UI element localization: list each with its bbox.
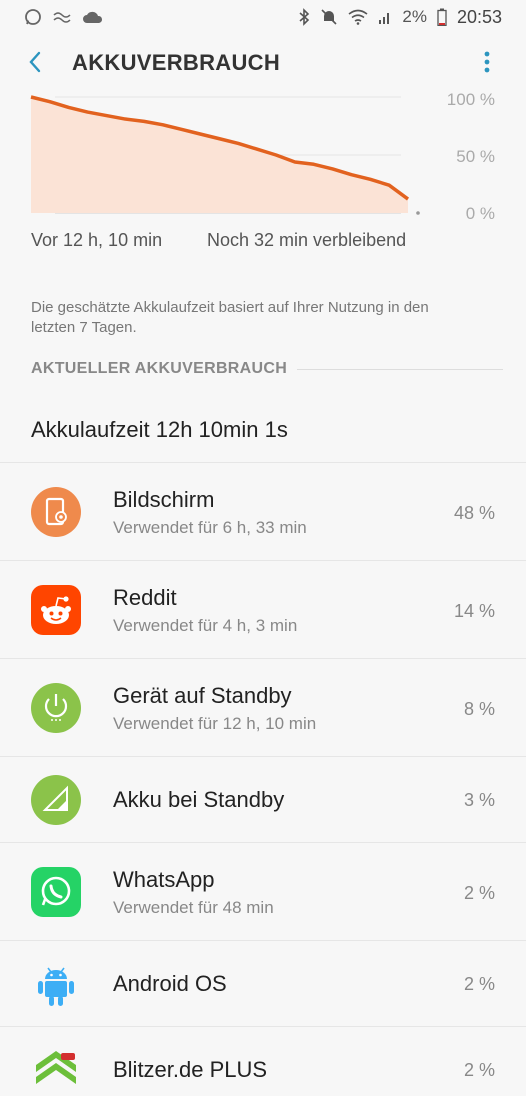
usage-item-percent: 48 %	[453, 503, 495, 523]
usage-item-percent: 2 %	[463, 1060, 495, 1080]
page-title: AKKUVERBRAUCH	[72, 50, 281, 75]
usage-item-name: WhatsApp	[113, 867, 215, 892]
android-icon	[31, 959, 81, 1009]
usage-item-duration: Verwendet für 4 h, 3 min	[113, 616, 298, 635]
usage-item-standby-device[interactable]: Gerät auf Standby Verwendet für 12 h, 10…	[0, 658, 526, 756]
x-label-start: Vor 12 h, 10 min	[31, 230, 163, 250]
usage-item-name: Akku bei Standby	[113, 787, 285, 812]
usage-item-duration: Verwendet für 6 h, 33 min	[113, 518, 307, 537]
cloud-icon	[83, 11, 103, 23]
whatsapp-notification-icon	[25, 9, 41, 25]
usage-item-standby-battery[interactable]: Akku bei Standby 3 %	[0, 756, 526, 842]
app-bar: AKKUVERBRAUCH	[0, 34, 526, 92]
battery-chart: 100 % 50 % 0 % Vor 12 h, 10 min Noch 32 …	[0, 90, 526, 262]
status-bar: 2% 20:53	[0, 0, 526, 34]
signal-icon	[31, 775, 81, 825]
power-icon	[31, 683, 81, 733]
y-tick-100: 100 %	[446, 90, 495, 109]
back-arrow-icon[interactable]	[22, 48, 50, 76]
y-tick-0: 0 %	[465, 204, 495, 223]
section-title: AKTUELLER AKKUVERBRAUCH	[31, 360, 288, 377]
status-right-icons: 2% 20:53	[298, 7, 502, 28]
section-header: AKTUELLER AKKUVERBRAUCH	[31, 360, 503, 378]
battery-runtime: Akkulaufzeit 12h 10min 1s	[31, 417, 288, 442]
x-label-end: Noch 32 min verbleibend	[207, 230, 407, 250]
usage-item-percent: 2 %	[463, 883, 495, 903]
estimate-note: Die geschätzte Akkulaufzeit basiert auf …	[31, 299, 429, 336]
usage-item-name: Blitzer.de PLUS	[113, 1057, 268, 1082]
reddit-icon	[31, 585, 81, 635]
usage-item-name: Bildschirm	[113, 487, 215, 512]
chart-end-marker	[416, 211, 420, 215]
y-tick-50: 50 %	[456, 147, 495, 166]
usage-item-blitzer[interactable]: Blitzer.de PLUS 2 %	[0, 1026, 526, 1096]
clock: 20:53	[456, 6, 502, 27]
weather-notification-icon	[53, 12, 71, 23]
usage-item-name: Android OS	[113, 971, 227, 996]
usage-item-name: Reddit	[113, 585, 177, 610]
mute-icon	[321, 9, 337, 25]
wifi-icon	[348, 9, 368, 25]
usage-item-reddit[interactable]: Reddit Verwendet für 4 h, 3 min 14 %	[0, 560, 526, 658]
blitzer-icon	[31, 1045, 81, 1095]
usage-item-name: Gerät auf Standby	[113, 683, 292, 708]
usage-item-percent: 2 %	[463, 974, 495, 994]
section-divider	[297, 368, 503, 370]
usage-item-bildschirm[interactable]: Bildschirm Verwendet für 6 h, 33 min 48 …	[0, 462, 526, 560]
more-options-icon[interactable]	[476, 48, 498, 76]
usage-item-percent: 8 %	[463, 699, 495, 719]
status-left-icons	[24, 8, 104, 26]
usage-item-percent: 3 %	[463, 790, 495, 810]
battery-percent: 2%	[402, 7, 427, 26]
usage-item-whatsapp[interactable]: WhatsApp Verwendet für 48 min 2 %	[0, 842, 526, 940]
cell-signal-icon	[379, 13, 390, 24]
screen-icon	[31, 487, 81, 537]
battery-icon	[437, 8, 447, 26]
usage-item-percent: 14 %	[453, 601, 495, 621]
bluetooth-icon	[299, 8, 310, 26]
usage-item-duration: Verwendet für 12 h, 10 min	[113, 714, 317, 733]
usage-item-android-os[interactable]: Android OS 2 %	[0, 940, 526, 1026]
usage-item-duration: Verwendet für 48 min	[113, 898, 274, 917]
whatsapp-icon	[31, 867, 81, 917]
usage-list: Bildschirm Verwendet für 6 h, 33 min 48 …	[0, 462, 526, 1096]
